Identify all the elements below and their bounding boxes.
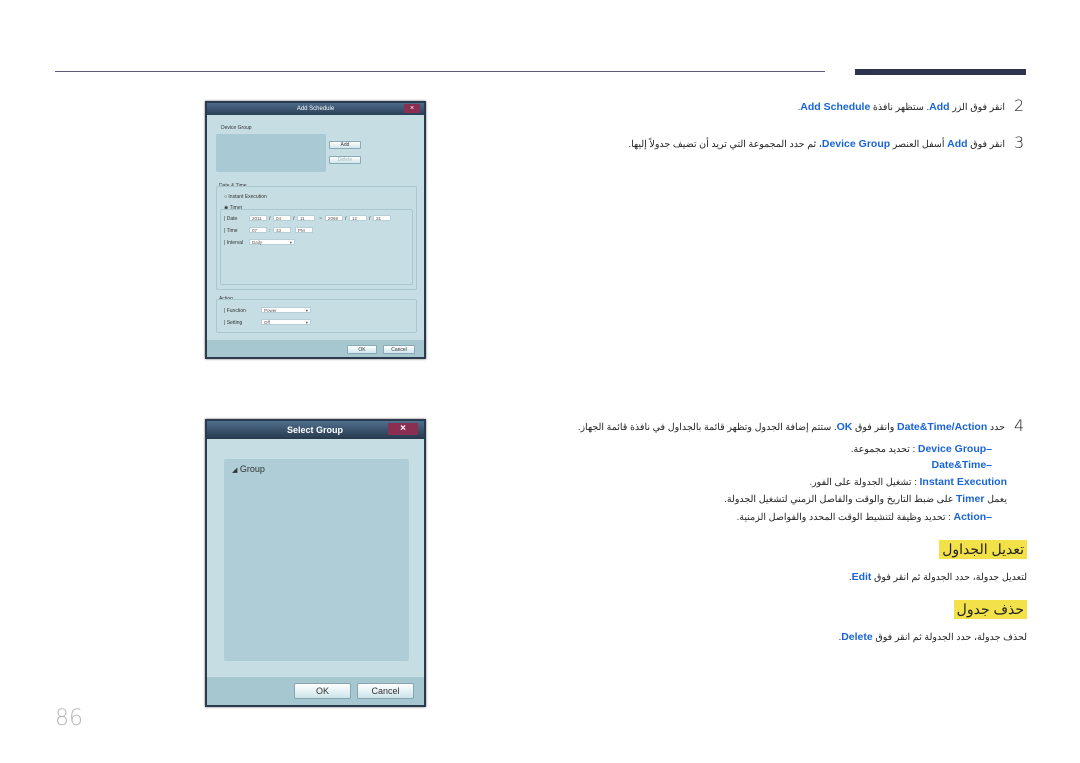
ok-button[interactable]: OK [347,345,377,354]
detail-date-time: Date&Time– [931,459,993,471]
dialog-title-bar: Add Schedule × [207,103,424,115]
detail-timer: يعمل Timer على ضبط التاريخ والوقت والفاص… [724,493,1007,505]
ok-button[interactable]: OK [294,683,351,699]
close-button[interactable]: × [404,104,420,113]
delete-button[interactable]: Delete [329,156,361,164]
expand-triangle-icon[interactable]: ◢ [232,467,237,474]
header-rule [55,71,825,72]
step-number: 3 [1014,133,1025,152]
date-slash: / [345,216,347,222]
setting-select[interactable]: Off ▾ [261,319,311,325]
page-number: 86 [55,706,83,731]
chevron-down-icon: ▾ [305,320,308,325]
date-label: | Date [224,216,238,222]
date-slash: / [369,216,371,222]
delete-schedule-text: لحذف جدولة، حدد الجدولة ثم انقر فوق Dele… [838,631,1027,643]
step-4-text: حدد Date&Time/Action وانقر فوق OK. ستتم … [577,421,1005,433]
start-month-spinner[interactable]: 04 [273,215,291,221]
action-group [216,299,417,333]
device-group-label: Device Group [221,125,252,131]
end-day-spinner[interactable]: 31 [373,215,391,221]
device-group-list[interactable] [216,134,326,172]
time-label: | Time [224,228,238,234]
tree-item-label: Group [239,464,265,474]
add-schedule-dialog: Add Schedule × Device Group Add Delete D… [205,101,426,359]
end-month-spinner[interactable]: 12 [349,215,367,221]
date-slash: / [269,216,271,222]
date-range-separator: ~ [319,216,322,222]
hour-spinner[interactable]: 07 [249,227,267,233]
date-slash: / [293,216,295,222]
select-group-dialog: Select Group × ◢ Group OK Cancel [205,419,426,707]
detail-instant-execution: Instant Execution : تشغيل الجدولة على ال… [809,476,1007,488]
detail-action: Action– : تحديد وظيفة لتنشيط الوقت المحد… [736,511,992,523]
dialog-title: Select Group [287,425,344,435]
interval-label: | Interval [224,240,244,246]
detail-device-group: Device Group– : تحديد مجموعة. [850,443,992,455]
step-3-text: انقر فوق Add أسفل العنصر Device Group، ث… [628,138,1005,150]
delete-schedule-heading: حذف جدول [953,600,1027,619]
tree-item-group[interactable]: ◢ Group [232,464,265,474]
edit-schedules-text: لتعديل جدولة، حدد الجدولة ثم انقر فوق Ed… [848,571,1027,583]
start-year-spinner[interactable]: 2011 [249,215,267,221]
group-tree[interactable]: ◢ Group [224,459,409,661]
function-select[interactable]: Power ▾ [261,307,311,313]
ampm-spinner[interactable]: PM [295,227,313,233]
dialog-title-bar: Select Group × [207,421,424,439]
header-accent-bar [855,69,1026,75]
start-day-spinner[interactable]: 11 [297,215,315,221]
step-number: 2 [1014,96,1025,115]
chevron-down-icon: ▾ [305,308,308,313]
interval-select[interactable]: Daily ▾ [249,239,295,245]
function-label: | Function [224,308,246,314]
edit-schedules-heading: تعديل الجداول [939,540,1027,559]
minute-spinner[interactable]: 33 [273,227,291,233]
step-2-text: انقر فوق الزر Add. ستظهر نافذة Add Sched… [797,101,1005,113]
close-button[interactable]: × [388,423,418,435]
setting-label: | Setting [224,320,243,326]
cancel-button[interactable]: Cancel [383,345,415,354]
chevron-down-icon: ▾ [289,240,292,245]
add-button[interactable]: Add [329,141,361,149]
end-year-spinner[interactable]: 2069 [325,215,343,221]
dialog-title: Add Schedule [296,106,335,112]
instant-execution-radio[interactable]: ○ Instant Execution [224,194,267,200]
cancel-button[interactable]: Cancel [357,683,414,699]
time-colon: : [269,228,271,234]
step-number: 4 [1014,416,1025,435]
